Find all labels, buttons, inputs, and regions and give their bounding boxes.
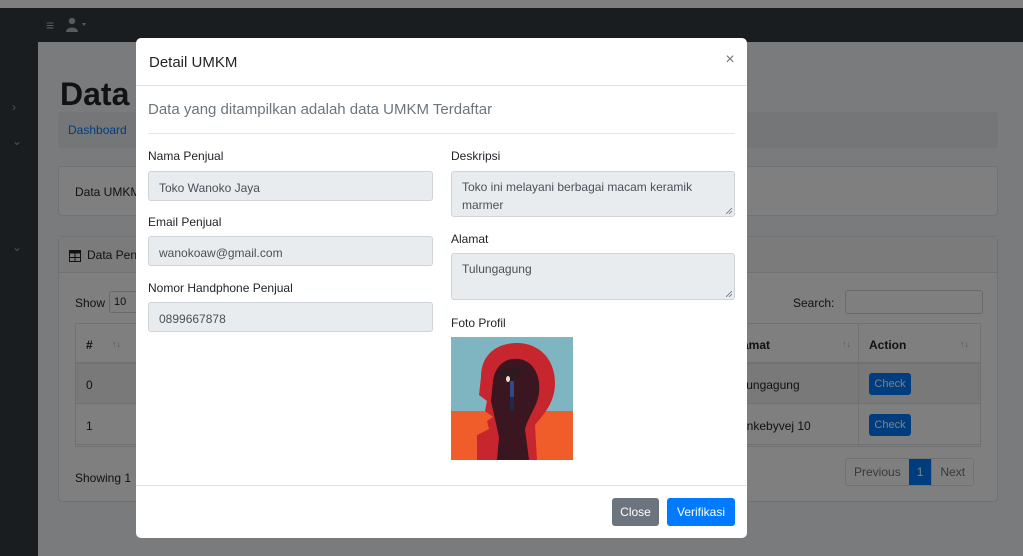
nama-label: Nama Penjual xyxy=(148,149,224,163)
alamat-label: Alamat xyxy=(451,232,489,246)
email-label: Email Penjual xyxy=(148,215,222,229)
foto-label: Foto Profil xyxy=(451,316,506,330)
alamat-field[interactable]: Tulungagung xyxy=(451,253,735,300)
phone-label: Nomor Handphone Penjual xyxy=(148,281,293,295)
modal-header: Detail UMKM × xyxy=(136,38,747,86)
deskripsi-text: Toko ini melayani berbagai macam keramik… xyxy=(462,180,693,212)
profile-photo xyxy=(451,337,573,460)
resize-handle-icon[interactable] xyxy=(726,208,732,214)
deskripsi-field[interactable]: Toko ini melayani berbagai macam keramik… xyxy=(451,171,735,217)
close-button[interactable]: Close xyxy=(612,498,659,526)
deskripsi-label: Deskripsi xyxy=(451,149,501,163)
verify-button[interactable]: Verifikasi xyxy=(667,498,735,526)
divider xyxy=(148,133,735,134)
email-field[interactable]: wanokoaw@gmail.com xyxy=(148,236,433,266)
alamat-text: Tulungagung xyxy=(462,262,532,276)
profile-photo-graphic xyxy=(451,337,573,460)
close-icon[interactable]: × xyxy=(722,50,738,70)
modal-lead-text: Data yang ditampilkan adalah data UMKM T… xyxy=(148,101,493,118)
resize-handle-icon[interactable] xyxy=(726,291,732,297)
nama-field[interactable]: Toko Wanoko Jaya xyxy=(148,171,433,201)
modal-footer: Close Verifikasi xyxy=(136,485,747,538)
detail-modal: Detail UMKM × Data yang ditampilkan adal… xyxy=(136,38,747,538)
phone-field[interactable]: 0899667878 xyxy=(148,302,433,332)
modal-title: Detail UMKM xyxy=(149,54,238,71)
